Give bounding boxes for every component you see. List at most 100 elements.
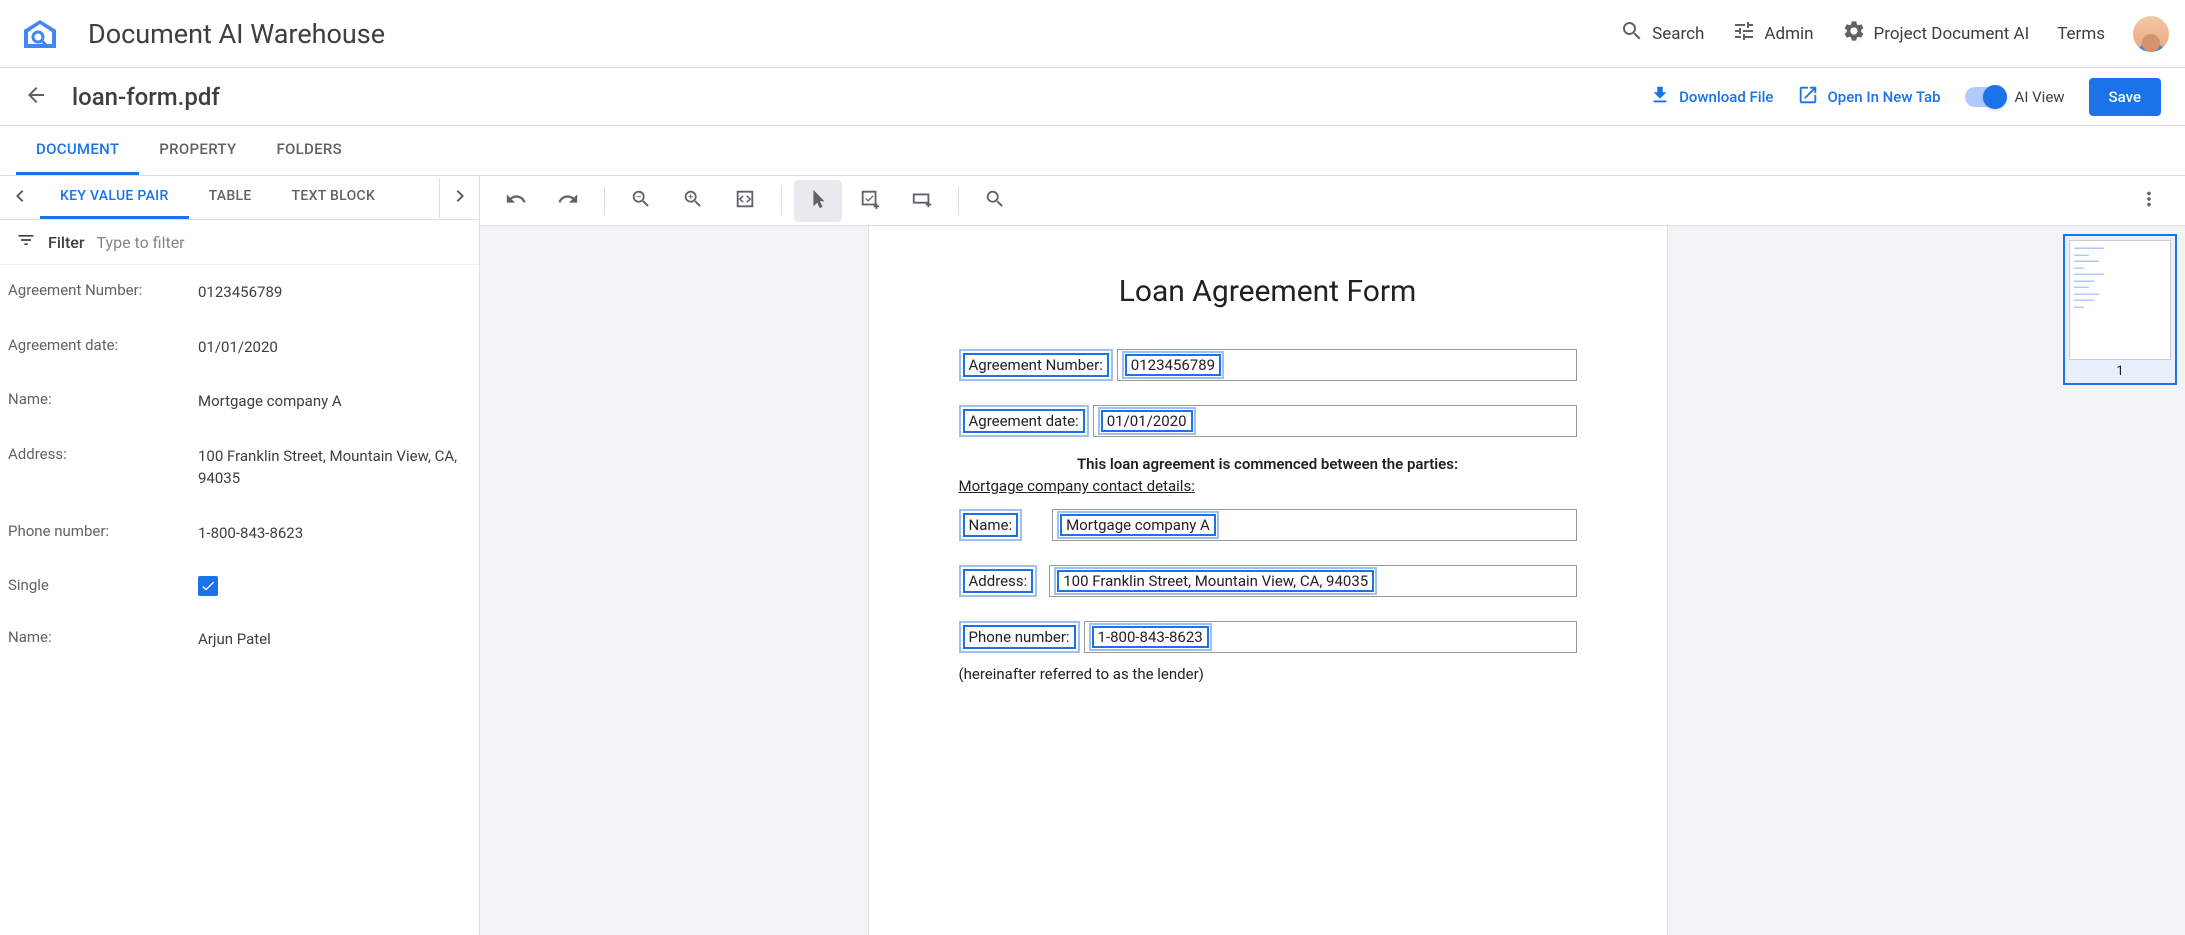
field-cell: Mortgage company A bbox=[1052, 509, 1576, 541]
kv-row[interactable]: Name: Arjun Patel bbox=[0, 612, 479, 667]
sub-tab-table[interactable]: TABLE bbox=[189, 176, 272, 219]
chevron-left-icon bbox=[8, 184, 32, 212]
field-value-highlight[interactable]: 0123456789 bbox=[1122, 351, 1224, 379]
ai-view-label: AI View bbox=[2015, 88, 2065, 106]
nav-admin[interactable]: Admin bbox=[1732, 19, 1813, 48]
tab-property[interactable]: PROPERTY bbox=[139, 126, 256, 175]
kv-key: Single bbox=[8, 576, 198, 596]
nav-project[interactable]: Project Document AI bbox=[1842, 19, 2030, 48]
chevron-right-icon bbox=[448, 184, 472, 212]
kv-row[interactable]: Single bbox=[0, 560, 479, 612]
zoom-out-button[interactable] bbox=[617, 180, 665, 222]
download-label: Download File bbox=[1679, 88, 1773, 106]
open-in-new-icon bbox=[1797, 84, 1819, 110]
kv-key: Phone number: bbox=[8, 522, 198, 545]
search-icon bbox=[984, 188, 1006, 214]
kv-row[interactable]: Agreement Number: 0123456789 bbox=[0, 265, 479, 320]
sub-tabs-row: KEY VALUE PAIR TABLE TEXT BLOCK bbox=[0, 176, 479, 220]
sub-tabs-next-button[interactable] bbox=[439, 178, 479, 218]
filter-icon bbox=[16, 230, 36, 254]
field-key: Name: bbox=[963, 513, 1019, 537]
form-row: Name: Mortgage company A bbox=[959, 509, 1577, 541]
kv-row[interactable]: Phone number: 1-800-843-8623 bbox=[0, 506, 479, 561]
zoom-in-button[interactable] bbox=[669, 180, 717, 222]
sub-tabs-prev-button[interactable] bbox=[0, 178, 40, 218]
nav-search[interactable]: Search bbox=[1620, 19, 1704, 48]
field-key-highlight[interactable]: Phone number: bbox=[959, 621, 1080, 653]
zoom-out-icon bbox=[630, 188, 652, 214]
thumbnail-page-number: 1 bbox=[2069, 364, 2171, 379]
sub-tab-textblock[interactable]: TEXT BLOCK bbox=[272, 176, 396, 219]
field-key-highlight[interactable]: Agreement Number: bbox=[959, 349, 1113, 381]
field-cell: 0123456789 bbox=[1117, 349, 1577, 381]
thumbnail-panel: ▬▬▬▬▬▬▬▬▬▬▬▬▬▬▬▬▬▬▬▬▬▬▬▬▬▬▬▬▬▬▬▬▬▬▬▬▬▬▬▬… bbox=[2055, 226, 2185, 935]
field-key-highlight[interactable]: Address: bbox=[959, 565, 1038, 597]
form-row: Address: 100 Franklin Street, Mountain V… bbox=[959, 565, 1577, 597]
field-value-highlight[interactable]: 100 Franklin Street, Mountain View, CA, … bbox=[1054, 567, 1377, 595]
kv-row[interactable]: Agreement date: 01/01/2020 bbox=[0, 320, 479, 375]
form-row: Agreement Number: 0123456789 bbox=[959, 349, 1577, 381]
kv-value: 01/01/2020 bbox=[198, 336, 471, 359]
download-icon bbox=[1649, 84, 1671, 110]
kv-row[interactable]: Address: 100 Franklin Street, Mountain V… bbox=[0, 429, 479, 506]
kv-value: Mortgage company A bbox=[198, 390, 471, 413]
document-section-heading: Mortgage company contact details: bbox=[959, 477, 1577, 495]
add-checkbox-button[interactable] bbox=[846, 180, 894, 222]
app-title: Document AI Warehouse bbox=[88, 18, 385, 50]
code-view-button[interactable] bbox=[721, 180, 769, 222]
redo-button[interactable] bbox=[544, 180, 592, 222]
sub-tab-kvp[interactable]: KEY VALUE PAIR bbox=[40, 176, 189, 219]
undo-button[interactable] bbox=[492, 180, 540, 222]
kv-value: 1-800-843-8623 bbox=[198, 522, 471, 545]
download-button[interactable]: Download File bbox=[1649, 84, 1773, 110]
kv-key: Name: bbox=[8, 628, 198, 651]
nav-terms[interactable]: Terms bbox=[2057, 24, 2105, 44]
add-rectangle-button[interactable] bbox=[898, 180, 946, 222]
toolbar-separator bbox=[958, 187, 959, 215]
tab-folders[interactable]: FOLDERS bbox=[256, 126, 362, 175]
tab-document[interactable]: DOCUMENT bbox=[16, 126, 139, 175]
ai-view-toggle-wrap: AI View bbox=[1965, 87, 2065, 107]
document-viewer: Loan Agreement Form Agreement Number: 01… bbox=[480, 176, 2185, 935]
checkbox-add-icon bbox=[859, 188, 881, 214]
user-avatar[interactable] bbox=[2133, 16, 2169, 52]
kv-value: 0123456789 bbox=[198, 281, 471, 304]
filter-input[interactable] bbox=[97, 233, 463, 252]
thumbnail-preview-icon: ▬▬▬▬▬▬▬▬▬▬▬▬▬▬▬▬▬▬▬▬▬▬▬▬▬▬▬▬▬▬▬▬▬▬▬▬▬▬▬▬ bbox=[2069, 240, 2171, 360]
search-in-doc-button[interactable] bbox=[971, 180, 1019, 222]
field-value-highlight[interactable]: 01/01/2020 bbox=[1098, 407, 1196, 435]
field-key: Address: bbox=[963, 569, 1034, 593]
kv-value-checkbox bbox=[198, 576, 471, 596]
nav-admin-label: Admin bbox=[1764, 24, 1813, 44]
open-new-tab-button[interactable]: Open In New Tab bbox=[1797, 84, 1940, 110]
field-value: 01/01/2020 bbox=[1101, 410, 1193, 432]
redo-icon bbox=[557, 188, 579, 214]
field-key-highlight[interactable]: Name: bbox=[959, 509, 1023, 541]
form-row: Phone number: 1-800-843-8623 bbox=[959, 621, 1577, 653]
more-options-button[interactable] bbox=[2125, 180, 2173, 222]
select-tool-button[interactable] bbox=[794, 180, 842, 222]
checkbox-checked-icon bbox=[198, 576, 218, 596]
field-cell: 1-800-843-8623 bbox=[1084, 621, 1577, 653]
kv-value: Arjun Patel bbox=[198, 628, 471, 651]
field-value-highlight[interactable]: Mortgage company A bbox=[1057, 511, 1219, 539]
filter-label: Filter bbox=[48, 233, 85, 252]
kv-key: Name: bbox=[8, 390, 198, 413]
field-value: Mortgage company A bbox=[1060, 514, 1216, 536]
ai-view-toggle[interactable] bbox=[1965, 87, 2005, 107]
back-button[interactable] bbox=[24, 85, 48, 109]
field-value: 1-800-843-8623 bbox=[1092, 626, 1209, 648]
field-key-highlight[interactable]: Agreement date: bbox=[959, 405, 1089, 437]
code-icon bbox=[734, 188, 756, 214]
more-vert-icon bbox=[2138, 188, 2160, 214]
kv-row[interactable]: Name: Mortgage company A bbox=[0, 374, 479, 429]
document-scroll[interactable]: Loan Agreement Form Agreement Number: 01… bbox=[480, 226, 2055, 935]
field-value-highlight[interactable]: 1-800-843-8623 bbox=[1089, 623, 1212, 651]
kv-key: Agreement Number: bbox=[8, 281, 198, 304]
page-thumbnail[interactable]: ▬▬▬▬▬▬▬▬▬▬▬▬▬▬▬▬▬▬▬▬▬▬▬▬▬▬▬▬▬▬▬▬▬▬▬▬▬▬▬▬… bbox=[2063, 234, 2177, 385]
search-icon bbox=[1620, 19, 1644, 48]
nav-search-label: Search bbox=[1652, 24, 1704, 44]
app-logo-icon bbox=[16, 10, 64, 58]
document-body-text: This loan agreement is commenced between… bbox=[959, 455, 1577, 473]
save-button[interactable]: Save bbox=[2089, 78, 2161, 116]
